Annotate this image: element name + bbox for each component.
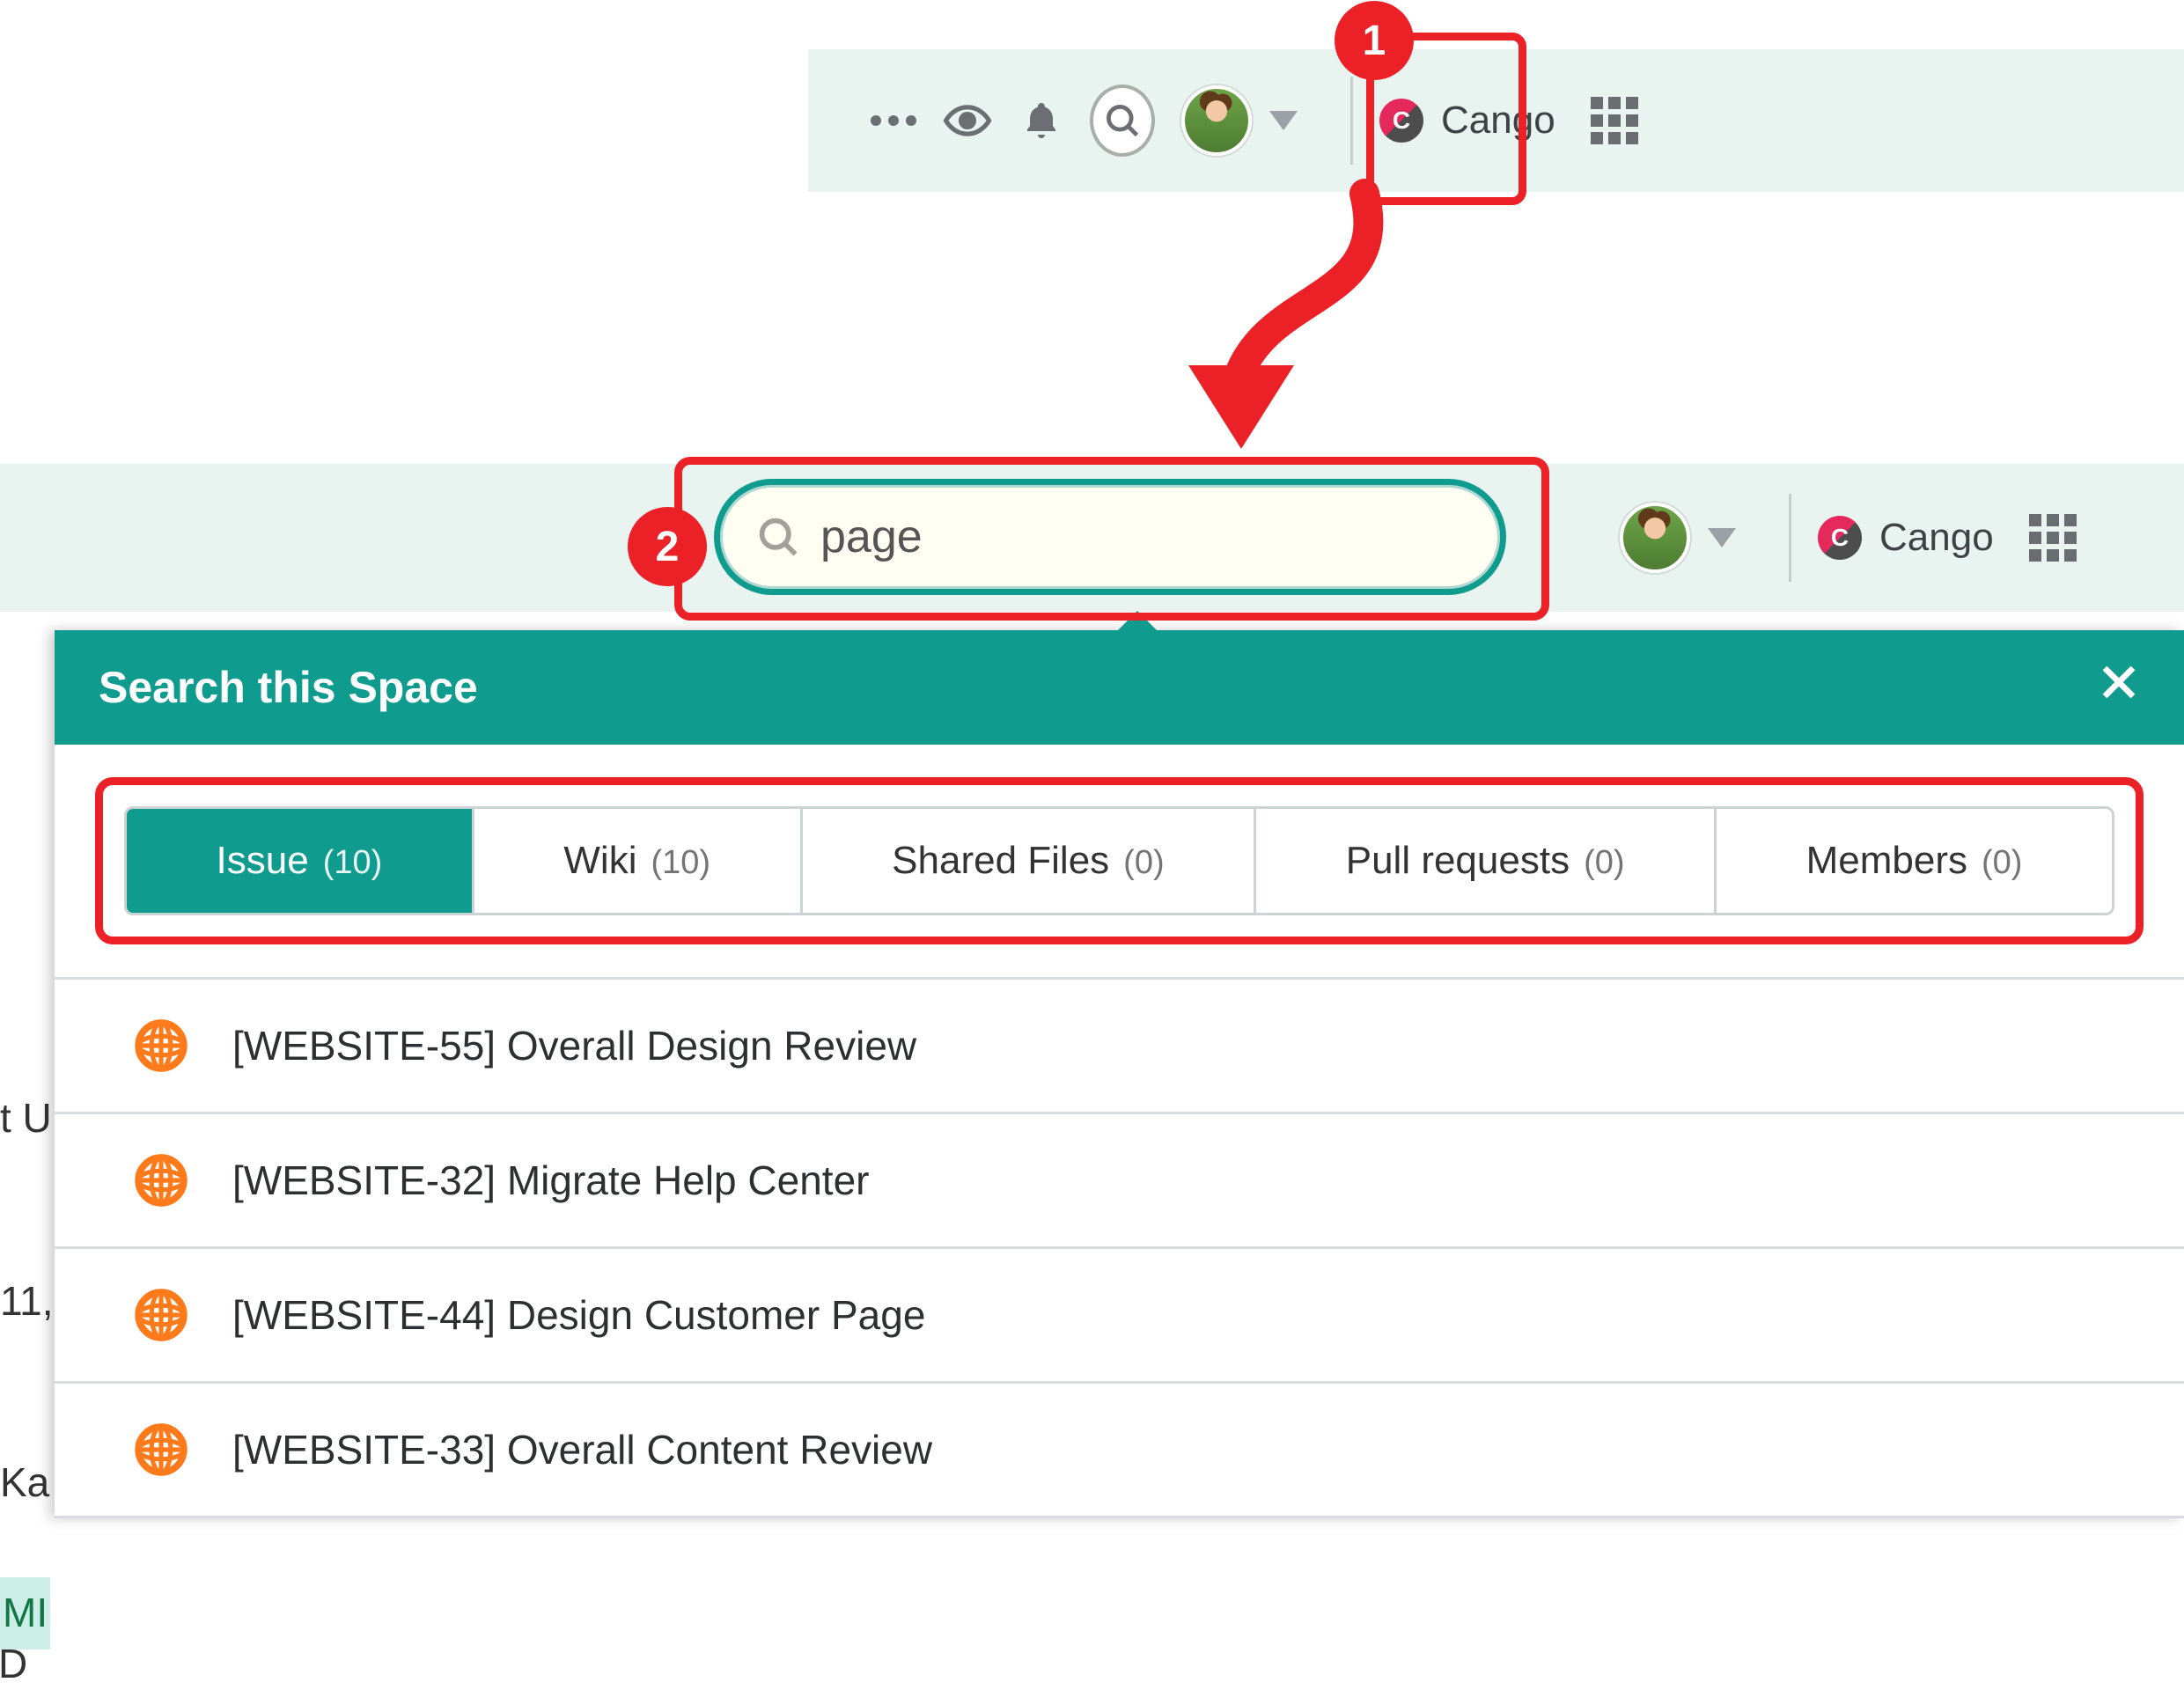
notifications-icon[interactable]: [1009, 49, 1074, 192]
watch-icon[interactable]: [935, 49, 1000, 192]
tab-count: (0): [1982, 844, 2022, 882]
close-icon[interactable]: [2098, 661, 2140, 714]
result-title: [WEBSITE-32] Migrate Help Center: [232, 1157, 869, 1204]
chevron-down-icon[interactable]: [1708, 528, 1736, 547]
tab-label: Issue: [217, 839, 309, 883]
panel-title: Search this Space: [99, 662, 478, 713]
tab-count: (10): [323, 844, 383, 882]
tab-pull-requests[interactable]: Pull requests (0): [1256, 809, 1717, 913]
chevron-down-icon[interactable]: [1269, 111, 1298, 130]
workspace-logo[interactable]: C: [1818, 516, 1862, 560]
search-results-list: [WEBSITE-55] Overall Design Review [WEBS…: [55, 980, 2184, 1518]
search-result-row[interactable]: [WEBSITE-55] Overall Design Review: [55, 980, 2184, 1114]
avatar[interactable]: [1620, 503, 1690, 573]
tab-label: Pull requests: [1346, 839, 1570, 883]
tab-wiki[interactable]: Wiki (10): [474, 809, 803, 913]
result-title: [WEBSITE-55] Overall Design Review: [232, 1022, 916, 1069]
workspace-initial: C: [1831, 524, 1849, 552]
annotation-badge: 2: [628, 507, 707, 586]
tab-count: (10): [651, 844, 710, 882]
globe-icon: [134, 1018, 188, 1073]
tab-label: Wiki: [563, 839, 636, 883]
tab-members[interactable]: Members (0): [1717, 809, 2112, 913]
tabs-container: Issue(10)Wiki(10)Shared Files(0)Pull req…: [55, 745, 2184, 980]
bg-fragment: t U: [0, 1086, 52, 1151]
search-button[interactable]: [1090, 49, 1155, 192]
search-result-row[interactable]: [WEBSITE-33] Overall Content Review: [55, 1384, 2184, 1518]
result-title: [WEBSITE-33] Overall Content Review: [232, 1426, 932, 1473]
tab-shared-files[interactable]: Shared Files (0): [803, 809, 1257, 913]
tab-count: (0): [1584, 844, 1624, 882]
search-tabs: Issue(10)Wiki(10)Shared Files(0)Pull req…: [124, 806, 2114, 915]
globe-icon: [134, 1288, 188, 1342]
annotation-callout-2: 2: [674, 457, 1549, 621]
globe-icon: [134, 1153, 188, 1208]
divider: [1789, 494, 1791, 582]
avatar[interactable]: [1181, 85, 1252, 156]
apps-grid-icon[interactable]: [2029, 514, 2077, 562]
annotation-badge: 1: [1335, 1, 1414, 80]
divider: [1350, 77, 1353, 165]
workspace-label[interactable]: Cango: [1879, 516, 1994, 560]
annotation-arrow: [1144, 176, 1408, 458]
tab-issue[interactable]: Issue (10): [127, 809, 474, 913]
bg-fragment: 11,: [0, 1269, 54, 1334]
annotation-callout-tabs: Issue(10)Wiki(10)Shared Files(0)Pull req…: [95, 777, 2144, 944]
bg-fragment: Ka: [0, 1451, 49, 1516]
result-title: [WEBSITE-44] Design Customer Page: [232, 1291, 925, 1339]
search-dropdown-panel: Search this Space Issue (10) Wiki (10) Share…: [55, 630, 2184, 1518]
search-icon: [1090, 84, 1155, 157]
search-result-row[interactable]: [WEBSITE-44] Design Customer Page: [55, 1249, 2184, 1384]
bg-fragment: D: [0, 1632, 27, 1697]
tab-label: Members: [1806, 839, 1967, 883]
search-result-row[interactable]: [WEBSITE-32] Migrate Help Center: [55, 1114, 2184, 1249]
apps-grid-icon[interactable]: [1591, 97, 1638, 144]
panel-header: Search this Space: [55, 630, 2184, 745]
tab-label: Shared Files: [892, 839, 1109, 883]
tab-count: (0): [1123, 844, 1164, 882]
more-icon[interactable]: [861, 49, 926, 192]
globe-icon: [134, 1422, 188, 1477]
